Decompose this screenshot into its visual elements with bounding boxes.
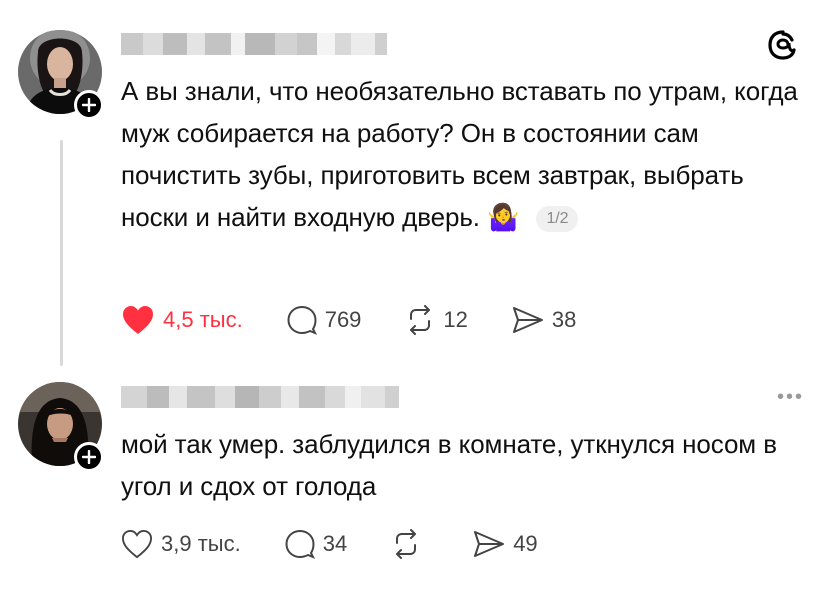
comment-button[interactable]: 34 bbox=[285, 529, 347, 559]
share-count: 38 bbox=[551, 307, 577, 332]
reply-actions: 3,9 тыс. 34 49 bbox=[121, 526, 582, 562]
like-count: 4,5 тыс. bbox=[163, 307, 243, 332]
follow-plus-button[interactable] bbox=[74, 442, 104, 472]
username-blurred[interactable] bbox=[121, 33, 387, 55]
share-icon bbox=[512, 307, 543, 333]
share-button[interactable]: 49 bbox=[473, 529, 538, 559]
comment-count: 34 bbox=[322, 531, 348, 556]
like-button[interactable]: 4,5 тыс. bbox=[121, 304, 243, 336]
thread-line bbox=[60, 140, 63, 366]
share-count: 49 bbox=[513, 531, 538, 556]
reply-text: мой так умер. заблудился в комнате, уткн… bbox=[121, 423, 801, 507]
comment-icon bbox=[287, 305, 317, 335]
reply-text-content: мой так умер. заблудился в комнате, уткн… bbox=[121, 429, 777, 501]
plus-icon bbox=[82, 450, 96, 464]
repost-icon bbox=[410, 305, 431, 335]
more-icon: ••• bbox=[776, 386, 804, 408]
heart-icon bbox=[123, 306, 153, 334]
page-indicator[interactable]: 1/2 bbox=[536, 206, 579, 233]
post-text: А вы знали, что необязательно вставать п… bbox=[121, 70, 801, 238]
share-button[interactable]: 38 bbox=[512, 305, 576, 335]
post-actions: 4,5 тыс. 769 12 38 bbox=[121, 302, 620, 338]
post-text-content: А вы знали, что необязательно вставать п… bbox=[121, 76, 798, 232]
plus-icon bbox=[82, 98, 96, 112]
repost-button[interactable] bbox=[391, 529, 429, 559]
like-button[interactable]: 3,9 тыс. bbox=[121, 529, 241, 559]
follow-plus-button[interactable] bbox=[74, 90, 104, 120]
repost-button[interactable]: 12 bbox=[405, 305, 468, 335]
heart-icon bbox=[121, 529, 153, 559]
shrug-emoji-icon: 🤷‍♀️ bbox=[487, 202, 520, 232]
username-blurred[interactable] bbox=[121, 386, 399, 408]
comment-button[interactable]: 769 bbox=[287, 305, 362, 335]
like-count: 3,9 тыс. bbox=[161, 531, 241, 556]
repost-count: 12 bbox=[443, 307, 468, 332]
threads-logo-icon[interactable] bbox=[766, 28, 800, 67]
repost-icon bbox=[396, 529, 417, 559]
more-options-button[interactable]: ••• bbox=[777, 386, 804, 409]
comment-icon bbox=[285, 529, 315, 559]
comment-count: 769 bbox=[324, 307, 362, 332]
share-icon bbox=[474, 531, 505, 557]
